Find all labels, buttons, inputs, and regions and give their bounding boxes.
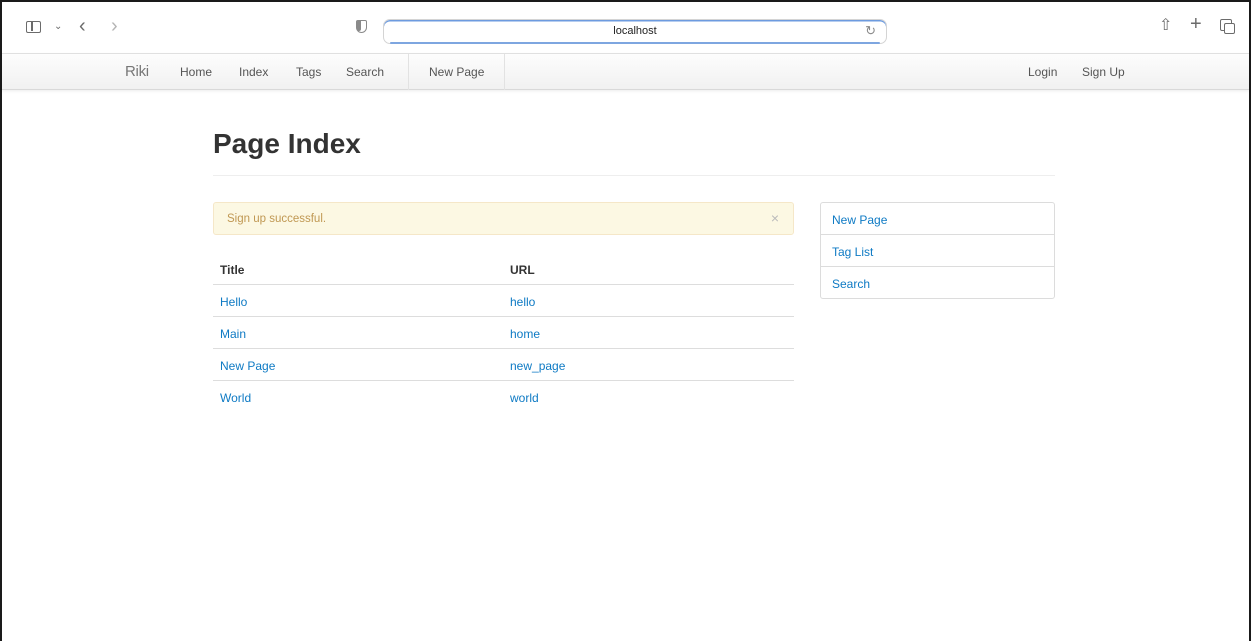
browser-toolbar: ⌄ ‹ › localhost ↻ ⇧ +: [2, 2, 1249, 54]
nav-new-page[interactable]: New Page: [429, 65, 484, 79]
page-url-link[interactable]: hello: [510, 295, 535, 309]
page-title-link[interactable]: World: [220, 391, 251, 405]
title-divider: [213, 175, 1055, 176]
page-url-link[interactable]: world: [510, 391, 539, 405]
nav-search[interactable]: Search: [346, 65, 384, 79]
nav-home[interactable]: Home: [180, 65, 212, 79]
table-row: World world: [213, 381, 794, 413]
sidebar-actions: New Page Tag List Search: [820, 202, 1055, 299]
forward-icon[interactable]: ›: [111, 16, 118, 36]
page-title-link[interactable]: Hello: [220, 295, 247, 309]
nav-index[interactable]: Index: [239, 65, 268, 79]
table-row: Hello hello: [213, 285, 794, 317]
page-url-link[interactable]: home: [510, 327, 540, 341]
nav-sign-up[interactable]: Sign Up: [1082, 65, 1125, 79]
tabs-overview-icon[interactable]: [1220, 19, 1235, 34]
page-url-link[interactable]: new_page: [510, 359, 565, 373]
browser-window: ⌄ ‹ › localhost ↻ ⇧ + Riki Home Index Ta…: [0, 0, 1251, 641]
site-navbar: Riki Home Index Tags Search New Page Log…: [2, 54, 1249, 90]
success-alert: Sign up successful. ×: [213, 202, 794, 235]
sidebar-toggle-icon[interactable]: [26, 21, 41, 33]
new-tab-icon[interactable]: +: [1190, 14, 1202, 34]
back-icon[interactable]: ‹: [79, 16, 86, 36]
sidebar-item-new-page[interactable]: New Page: [821, 203, 1054, 235]
table-header: Title URL: [213, 252, 794, 285]
alert-message: Sign up successful.: [227, 213, 327, 225]
address-text[interactable]: localhost: [384, 25, 886, 37]
nav-tags[interactable]: Tags: [296, 65, 321, 79]
share-icon[interactable]: ⇧: [1159, 16, 1172, 36]
column-header-title: Title: [220, 263, 245, 277]
page-title-link[interactable]: New Page: [220, 359, 275, 373]
nav-divider: [504, 54, 505, 90]
nav-divider: [408, 54, 409, 90]
reload-icon[interactable]: ↻: [865, 23, 876, 39]
sidebar-item-tag-list[interactable]: Tag List: [821, 235, 1054, 267]
page-title: Page Index: [213, 128, 361, 159]
nav-login[interactable]: Login: [1028, 65, 1057, 79]
close-icon[interactable]: ×: [771, 210, 779, 226]
page-title-link[interactable]: Main: [220, 327, 246, 341]
table-row: New Page new_page: [213, 349, 794, 381]
address-bar[interactable]: localhost ↻: [383, 19, 887, 44]
shield-icon[interactable]: [356, 20, 367, 33]
page-index-table: Title URL Hello hello Main home New Page…: [213, 252, 794, 413]
chevron-down-icon[interactable]: ⌄: [54, 17, 62, 37]
column-header-url: URL: [510, 263, 535, 277]
table-row: Main home: [213, 317, 794, 349]
brand-logo[interactable]: Riki: [125, 63, 149, 80]
sidebar-item-search[interactable]: Search: [821, 267, 1054, 298]
